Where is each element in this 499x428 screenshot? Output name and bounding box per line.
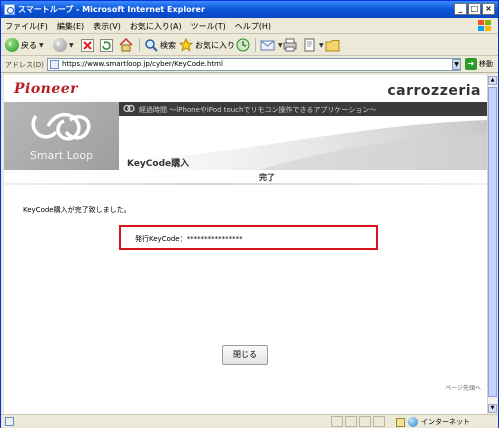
close-window-button[interactable]: × bbox=[482, 3, 495, 15]
ie-icon bbox=[4, 4, 15, 15]
stop-icon bbox=[81, 38, 94, 52]
status-panes bbox=[331, 416, 385, 427]
edit-page-icon bbox=[304, 38, 315, 52]
mail-button[interactable]: ▼ bbox=[260, 37, 283, 53]
stop-button[interactable] bbox=[81, 37, 94, 53]
chevron-down-icon: ▼ bbox=[319, 41, 324, 49]
carrozzeria-logo: carrozzeria bbox=[387, 83, 481, 99]
refresh-icon bbox=[100, 38, 113, 52]
keycode-label: 発行KeyCode： bbox=[135, 235, 187, 243]
smartloop-logo-icon bbox=[31, 112, 91, 141]
chevron-down-icon: ▼ bbox=[278, 41, 283, 49]
completion-message: KeyCode購入が完了致しました。 bbox=[23, 206, 131, 214]
windows-logo-icon bbox=[478, 20, 491, 31]
menu-favorites[interactable]: お気に入り(A) bbox=[130, 21, 182, 32]
search-label: 検索 bbox=[160, 40, 176, 50]
toolbar: ‹ 戻る ▼ › ▼ 検索 お気に入り ▼ ▼ bbox=[1, 34, 498, 56]
star-icon bbox=[179, 38, 193, 52]
folder-icon bbox=[325, 39, 340, 51]
lock-icon bbox=[396, 417, 405, 427]
vertical-scrollbar[interactable]: ▲ ▼ bbox=[487, 75, 497, 414]
status-pane bbox=[331, 416, 343, 427]
minimize-button[interactable]: _ bbox=[454, 3, 467, 15]
scroll-down-button[interactable]: ▼ bbox=[488, 404, 497, 413]
pioneer-logo: Pioneer bbox=[14, 81, 79, 97]
chevron-down-icon: ▼ bbox=[69, 41, 74, 49]
back-button[interactable]: ‹ 戻る ▼ bbox=[5, 37, 44, 53]
status-bar: インターネット bbox=[1, 414, 498, 428]
go-arrow-icon: ➜ bbox=[465, 58, 477, 70]
internet-globe-icon bbox=[408, 417, 418, 427]
home-icon bbox=[119, 38, 133, 52]
menu-view[interactable]: 表示(V) bbox=[93, 21, 121, 32]
window-title: スマートループ - Microsoft Internet Explorer bbox=[18, 5, 205, 14]
menu-file[interactable]: ファイル(F) bbox=[5, 21, 48, 32]
search-button[interactable]: 検索 bbox=[144, 37, 176, 53]
keycode-line: 発行KeyCode：**************** bbox=[135, 234, 243, 244]
menu-edit[interactable]: 編集(E) bbox=[57, 21, 84, 32]
zone-label: インターネット bbox=[421, 418, 470, 426]
mail-icon bbox=[260, 40, 275, 51]
menu-help[interactable]: ヘルプ(H) bbox=[235, 21, 271, 32]
favorites-label: お気に入り bbox=[195, 40, 235, 50]
home-button[interactable] bbox=[119, 37, 133, 53]
status-pane bbox=[359, 416, 371, 427]
page-top-link[interactable]: ページ先頭へ bbox=[445, 383, 481, 392]
menu-bar: ファイル(F) 編集(E) 表示(V) お気に入り(A) ツール(T) ヘルプ(… bbox=[1, 18, 498, 34]
loop-mini-icon bbox=[123, 104, 135, 113]
toolbar-separator bbox=[139, 38, 140, 52]
menu-tools[interactable]: ツール(T) bbox=[191, 21, 226, 32]
print-button[interactable] bbox=[283, 37, 297, 53]
forward-button[interactable]: › ▼ bbox=[53, 37, 74, 53]
page-icon bbox=[50, 60, 59, 69]
status-pane bbox=[373, 416, 385, 427]
forward-arrow-icon: › bbox=[53, 38, 67, 52]
browser-window: スマートループ - Microsoft Internet Explorer _ … bbox=[0, 0, 499, 428]
chevron-down-icon: ▼ bbox=[39, 41, 44, 49]
page-content: Pioneer carrozzeria Smart Loop 経過時間 ～iPh… bbox=[4, 75, 487, 414]
step-complete-label: 完了 bbox=[259, 173, 275, 182]
address-label: アドレス(D) bbox=[5, 61, 44, 69]
toolbar-separator bbox=[255, 38, 256, 52]
folder-button[interactable] bbox=[325, 37, 340, 53]
status-pane bbox=[345, 416, 357, 427]
back-label: 戻る bbox=[21, 40, 37, 50]
status-page-icon bbox=[5, 417, 14, 426]
edit-button[interactable]: ▼ bbox=[303, 37, 324, 53]
history-icon bbox=[236, 38, 250, 52]
maximize-button[interactable]: □ bbox=[468, 3, 481, 15]
go-label: 移動 bbox=[479, 60, 493, 68]
go-button[interactable]: ➜ 移動 bbox=[465, 58, 493, 70]
close-button[interactable]: 閉じる bbox=[222, 345, 268, 365]
page-title: KeyCode購入 bbox=[127, 159, 190, 169]
scroll-thumb[interactable] bbox=[488, 87, 497, 397]
search-icon bbox=[145, 39, 158, 52]
address-input[interactable]: https://www.smartloop.jp/cyber/KeyCode.h… bbox=[47, 58, 461, 71]
smartloop-text: Smart Loop bbox=[29, 149, 94, 162]
favorites-button[interactable]: お気に入り bbox=[179, 37, 235, 53]
back-arrow-icon: ‹ bbox=[5, 38, 19, 52]
window-controls: _ □ × bbox=[454, 3, 495, 15]
print-icon bbox=[283, 38, 297, 52]
smartloop-block: Smart Loop bbox=[4, 102, 119, 170]
scroll-up-button[interactable]: ▲ bbox=[488, 76, 497, 85]
refresh-button[interactable] bbox=[100, 37, 113, 53]
security-zone: インターネット bbox=[396, 417, 470, 427]
address-dropdown-button[interactable]: ▼ bbox=[452, 59, 461, 70]
address-bar: アドレス(D) https://www.smartloop.jp/cyber/K… bbox=[1, 56, 498, 73]
history-button[interactable] bbox=[236, 37, 250, 53]
keycode-value: **************** bbox=[186, 235, 243, 243]
header-band-text: 経過時間 ～iPhoneやiPod touchでリモコン操作できるアプリケーショ… bbox=[139, 106, 377, 114]
step-divider bbox=[4, 183, 487, 185]
title-bar: スマートループ - Microsoft Internet Explorer _ … bbox=[1, 1, 498, 18]
